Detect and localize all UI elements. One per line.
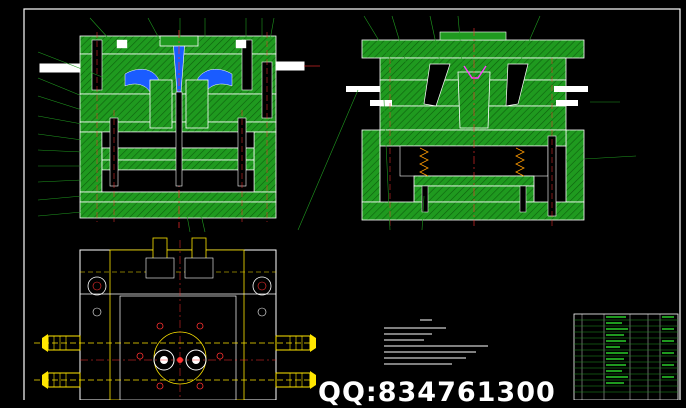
contact-watermark: QQ:834761300 — [318, 377, 556, 408]
cad-drawing — [23, 8, 681, 400]
side-sectional-view — [297, 15, 637, 231]
technical-notes — [384, 319, 488, 365]
bill-of-materials-table — [573, 313, 679, 400]
top-plan-view — [34, 237, 316, 400]
main-sectional-view — [37, 17, 320, 233]
